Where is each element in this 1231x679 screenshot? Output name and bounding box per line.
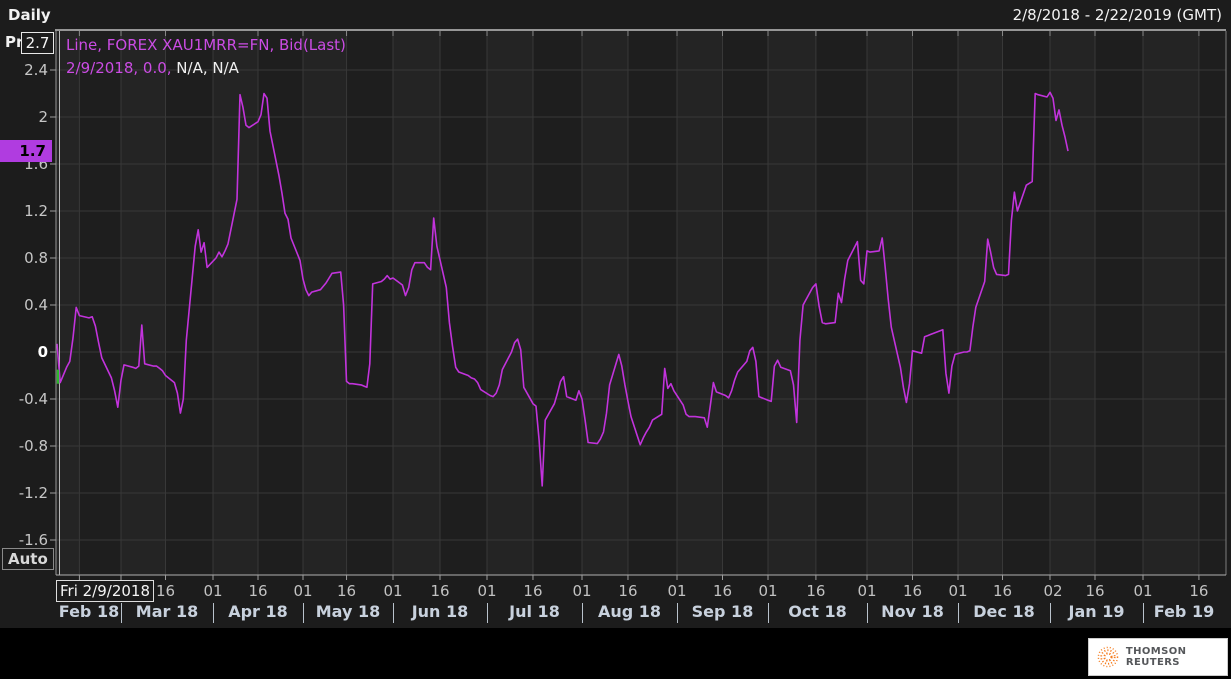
series-legend[interactable]: Line, FOREX XAU1MRR=FN, Bid(Last) 2/9/20… bbox=[66, 34, 346, 80]
y-tick-label: 0.4 bbox=[24, 296, 48, 314]
y-tick-label: -0.4 bbox=[18, 390, 48, 408]
x-month-label: Apr 18 bbox=[228, 602, 288, 621]
y-tick-label: -1.6 bbox=[18, 531, 48, 549]
month-separator bbox=[393, 603, 394, 623]
price-chart[interactable] bbox=[0, 0, 1231, 679]
x-tick-label: 01 bbox=[477, 582, 497, 600]
x-month-label: Sep 18 bbox=[691, 602, 754, 621]
y-tick-label: 1.2 bbox=[24, 202, 48, 220]
y-tick-label: -1.2 bbox=[18, 484, 48, 502]
month-separator bbox=[582, 603, 583, 623]
x-tick-label: 01 bbox=[948, 582, 968, 600]
x-tick-label: 02 bbox=[1043, 582, 1063, 600]
last-price-tag: 1.7 bbox=[0, 140, 52, 163]
month-separator bbox=[1143, 603, 1144, 623]
x-tick-label: 01 bbox=[203, 582, 223, 600]
month-separator bbox=[487, 603, 488, 623]
x-month-label: Aug 18 bbox=[597, 602, 662, 621]
x-tick-label: 16 bbox=[1085, 582, 1105, 600]
x-tick-label: 01 bbox=[1133, 582, 1153, 600]
y-tick-label: 2 bbox=[38, 108, 48, 126]
x-month-label: Jun 18 bbox=[411, 602, 469, 621]
x-month-label: Jan 19 bbox=[1068, 602, 1125, 621]
x-month-label: May 18 bbox=[315, 602, 381, 621]
x-month-label: Nov 18 bbox=[881, 602, 944, 621]
x-tick-label: 16 bbox=[902, 582, 923, 600]
cursor-price-readout: 2.7 bbox=[21, 32, 54, 54]
x-tick-label: 16 bbox=[806, 582, 826, 600]
y-tick-label: 0.8 bbox=[24, 249, 48, 267]
x-tick-label: 16 bbox=[523, 582, 543, 600]
logo-wordmark: THOMSON REUTERS bbox=[1125, 646, 1187, 668]
x-tick-label: 01 bbox=[758, 582, 778, 600]
y-tick-label: 2.4 bbox=[24, 61, 48, 79]
x-tick-label: 16 bbox=[1189, 582, 1209, 600]
month-separator bbox=[768, 603, 769, 623]
x-month-label: Mar 18 bbox=[135, 602, 199, 621]
x-tick-label: 16 bbox=[992, 582, 1013, 600]
eikon-chart-window: Daily 2/8/2018 - 2/22/2019 (GMT) Pr 2.7 … bbox=[0, 0, 1231, 679]
y-tick-label: -0.8 bbox=[18, 437, 48, 455]
month-separator bbox=[1050, 603, 1051, 623]
cursor-date-readout: Fri 2/9/2018 bbox=[56, 580, 154, 602]
month-separator bbox=[677, 603, 678, 623]
footer-strip: THOMSON REUTERS bbox=[0, 628, 1231, 679]
x-tick-label: 01 bbox=[857, 582, 877, 600]
thomson-reuters-kinesis-icon bbox=[1097, 646, 1119, 668]
month-separator bbox=[958, 603, 959, 623]
x-month-label: Dec 18 bbox=[973, 602, 1035, 621]
y-tick-label: 0 bbox=[37, 343, 48, 361]
x-tick-label: 16 bbox=[618, 582, 638, 600]
month-separator bbox=[867, 603, 868, 623]
thomson-reuters-logo: THOMSON REUTERS bbox=[1088, 638, 1228, 676]
x-tick-label: 16 bbox=[337, 582, 357, 600]
month-separator bbox=[121, 603, 122, 623]
legend-cursor-na-values: N/A, N/A bbox=[171, 59, 239, 77]
x-tick-label: 01 bbox=[293, 582, 313, 600]
x-tick-label: 01 bbox=[383, 582, 403, 600]
x-tick-label: 01 bbox=[667, 582, 687, 600]
x-tick-label: 16 bbox=[712, 582, 733, 600]
auto-scale-button[interactable]: Auto bbox=[2, 548, 54, 570]
month-separator bbox=[303, 603, 304, 623]
x-tick-label: 16 bbox=[430, 582, 450, 600]
x-month-label: Feb 19 bbox=[1153, 602, 1215, 621]
legend-cursor-date-value: 2/9/2018, 0.0, bbox=[66, 59, 172, 77]
x-month-label: Oct 18 bbox=[788, 602, 847, 621]
month-separator bbox=[213, 603, 214, 623]
x-month-label: Jul 18 bbox=[509, 602, 560, 621]
x-tick-label: 01 bbox=[572, 582, 592, 600]
legend-cursor-values: 2/9/2018, 0.0, N/A, N/A bbox=[66, 57, 346, 80]
x-tick-label: 16 bbox=[248, 582, 268, 600]
legend-series-label[interactable]: Line, FOREX XAU1MRR=FN, Bid(Last) bbox=[66, 34, 346, 57]
